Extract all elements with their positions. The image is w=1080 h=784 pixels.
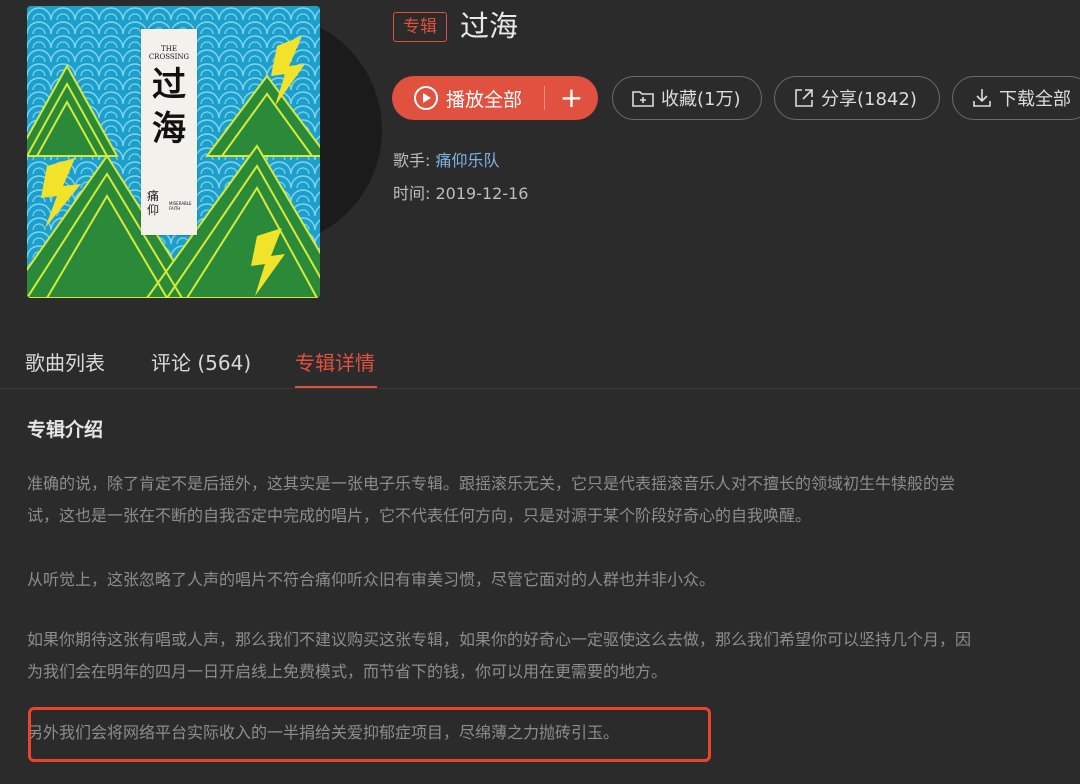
- description-line: 试，这也是一张在不断的自我否定中完成的唱片，它不代表任何方向，只是对源于某个阶段…: [27, 506, 812, 525]
- description-line: 如果你期待这张有唱或人声，那么我们不建议购买这张专辑，如果你的好奇心一定驱使这么…: [27, 630, 972, 649]
- collect-label: 收藏(1万): [661, 89, 741, 110]
- add-to-playlist-button[interactable]: +: [545, 76, 598, 120]
- date-label: 时间:: [393, 184, 431, 203]
- play-all-button[interactable]: 播放全部: [392, 76, 544, 120]
- play-all-group: 播放全部 +: [392, 76, 598, 120]
- cover-title-card: THE CROSSING 过海 痛仰 MISERABLE FAITH: [141, 29, 197, 235]
- tab-song-list[interactable]: 歌曲列表: [25, 348, 105, 378]
- description-line: 为我们会在明年的四月一日开启线上免费模式，而节省下的钱，你可以用在更需要的地方。: [27, 662, 668, 681]
- section-heading: 专辑介绍: [27, 419, 104, 441]
- collect-button[interactable]: 收藏(1万): [612, 76, 762, 120]
- date-row: 时间: 2019-12-16: [393, 180, 528, 204]
- cover-seal: 痛仰: [147, 189, 160, 217]
- cover-english-title: THE CROSSING: [148, 45, 190, 61]
- release-date: 2019-12-16: [435, 184, 529, 203]
- download-all-label: 下载全部: [999, 89, 1071, 110]
- artist-link[interactable]: 痛仰乐队: [436, 151, 500, 170]
- share-icon: [793, 87, 815, 109]
- tab-divider: [0, 388, 1080, 389]
- cover-chinese-title: 过海: [152, 65, 186, 149]
- description-line: 准确的说，除了肯定不是后摇外，这其实是一张电子乐专辑。跟摇滚乐无关，它只是代表摇…: [27, 474, 956, 493]
- tab-comments[interactable]: 评论 (564): [151, 348, 251, 378]
- artist-label: 歌手:: [393, 151, 431, 170]
- share-button[interactable]: 分享(1842): [774, 76, 940, 120]
- folder-add-icon: [631, 88, 655, 108]
- highlight-box: [28, 707, 711, 762]
- album-title: 过海: [460, 9, 519, 43]
- album-tag: 专辑: [393, 12, 447, 42]
- description-line: 从听觉上，这张忽略了人声的唱片不符合痛仰听众旧有审美习惯，尽管它面对的人群也并非…: [27, 570, 716, 589]
- play-all-label: 播放全部: [446, 88, 523, 111]
- download-icon: [971, 87, 993, 109]
- download-all-button[interactable]: 下载全部: [952, 76, 1080, 120]
- artist-row: 歌手: 痛仰乐队: [393, 147, 500, 171]
- cover-band-name: MISERABLE FAITH: [169, 201, 192, 211]
- plus-icon: +: [559, 81, 584, 114]
- share-label: 分享(1842): [821, 89, 917, 110]
- album-cover[interactable]: THE CROSSING 过海 痛仰 MISERABLE FAITH: [27, 6, 320, 298]
- play-icon: [414, 86, 438, 110]
- tab-album-details[interactable]: 专辑详情: [295, 348, 375, 378]
